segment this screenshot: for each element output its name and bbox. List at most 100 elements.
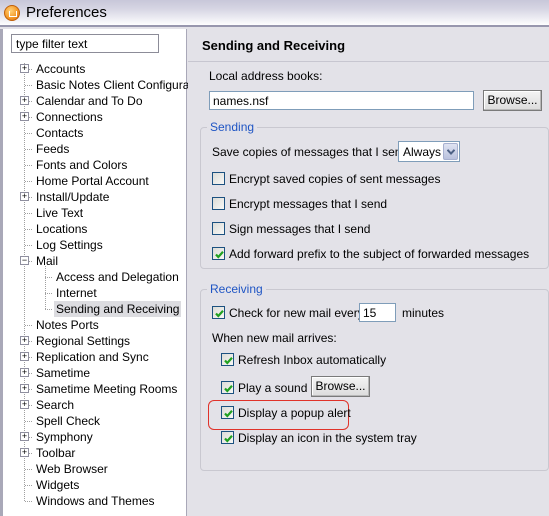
tree-item-label: Notes Ports <box>36 318 99 332</box>
checkbox[interactable] <box>212 247 225 260</box>
chevron-down-icon[interactable] <box>443 143 458 160</box>
tree-item-sending-and-receiving[interactable]: Sending and Receiving <box>3 301 187 317</box>
tree-item-label: Basic Notes Client Configuration <box>36 78 209 92</box>
checkbox[interactable] <box>212 197 225 210</box>
save-copies-label: Save copies of messages that I send: <box>212 145 412 159</box>
check-mail-label: Check for new mail every <box>229 306 364 320</box>
page-title: Sending and Receiving <box>188 29 549 62</box>
tree-item-fonts-and-colors[interactable]: Fonts and Colors <box>3 157 187 173</box>
tree-item-live-text[interactable]: Live Text <box>3 205 187 221</box>
window-title: Preferences <box>26 4 107 21</box>
checkbox[interactable] <box>221 381 234 394</box>
check-mail-minutes-input[interactable] <box>359 303 396 322</box>
tree-guide-line <box>25 485 32 486</box>
tree-item-regional-settings[interactable]: + Regional Settings <box>3 333 187 349</box>
display-a-popup-alert-label: Display a popup alert <box>238 406 351 420</box>
check-icon <box>224 410 233 418</box>
checkbox[interactable] <box>221 406 234 419</box>
play-a-sound-label: Play a sound <box>238 381 308 395</box>
tree-item-install-update[interactable]: + Install/Update <box>3 189 187 205</box>
tree-item-locations[interactable]: Locations <box>3 221 187 237</box>
sending-group-title: Sending <box>207 120 258 134</box>
checkbox[interactable] <box>212 306 225 319</box>
tree-guide-line <box>25 165 32 166</box>
tree-item-label: Access and Delegation <box>56 270 179 284</box>
tree-item-connections[interactable]: + Connections <box>3 109 187 125</box>
tree-guide-line <box>45 309 52 310</box>
tree-guide-line <box>25 421 32 422</box>
tree-item-widgets[interactable]: Widgets <box>3 477 187 493</box>
expand-icon[interactable]: + <box>20 112 29 121</box>
check-icon <box>215 251 224 259</box>
tree-item-symphony[interactable]: + Symphony <box>3 429 187 445</box>
tree-item-label: Web Browser <box>36 462 108 476</box>
checkbox[interactable] <box>212 172 225 185</box>
tree-guide-line <box>45 277 52 278</box>
lotus-notes-icon <box>4 4 20 21</box>
expand-icon[interactable]: + <box>20 336 29 345</box>
tree-item-label: Mail <box>36 254 59 268</box>
tree-item-label: Toolbar <box>36 446 76 460</box>
tree-item-windows-and-themes[interactable]: Windows and Themes <box>3 493 187 509</box>
expand-icon[interactable]: + <box>20 96 29 105</box>
expand-icon[interactable]: + <box>20 64 29 73</box>
sign-messages-that-i-send-label: Sign messages that I send <box>229 222 371 236</box>
address-books-label: Local address books: <box>209 69 323 83</box>
refresh-inbox-automatically-label: Refresh Inbox automatically <box>238 353 387 367</box>
filter-input[interactable] <box>11 34 159 53</box>
save-copies-value: Always <box>403 145 442 159</box>
tree-item-basic-notes-client-configuration[interactable]: Basic Notes Client Configuration <box>3 77 209 93</box>
add-forward-prefix-to-the-subject-of-forwarded-messages-label: Add forward prefix to the subject of for… <box>229 247 530 261</box>
tree-item-label: Live Text <box>36 206 84 220</box>
address-books-input[interactable] <box>209 91 474 110</box>
tree-item-label: Replication and Sync <box>36 350 149 364</box>
expand-icon[interactable]: + <box>20 384 29 393</box>
tree-guide-line <box>25 229 32 230</box>
tree-item-spell-check[interactable]: Spell Check <box>3 413 187 429</box>
tree-item-search[interactable]: + Search <box>3 397 187 413</box>
minutes-label: minutes <box>402 306 445 320</box>
tree-item-contacts[interactable]: Contacts <box>3 125 187 141</box>
checkbox[interactable] <box>221 431 234 444</box>
when-mail-arrives-label: When new mail arrives: <box>212 331 337 345</box>
checkbox[interactable] <box>221 353 234 366</box>
tree-item-label: Regional Settings <box>36 334 131 348</box>
checkbox[interactable] <box>212 222 225 235</box>
tree-guide-line <box>45 293 52 294</box>
expand-icon[interactable]: + <box>20 352 29 361</box>
save-copies-select[interactable]: Always <box>398 141 460 162</box>
tree-item-label: Symphony <box>36 430 93 444</box>
tree-guide-line <box>25 325 32 326</box>
tree-item-toolbar[interactable]: + Toolbar <box>3 445 187 461</box>
expand-icon[interactable]: + <box>20 432 29 441</box>
tree-item-sametime[interactable]: + Sametime <box>3 365 187 381</box>
expand-icon[interactable]: + <box>20 400 29 409</box>
tree-item-label: Install/Update <box>36 190 110 204</box>
tree-item-web-browser[interactable]: Web Browser <box>3 461 187 477</box>
expand-icon[interactable]: + <box>20 192 29 201</box>
tree-item-access-and-delegation[interactable]: Access and Delegation <box>3 269 187 285</box>
address-books-browse-button[interactable]: Browse... <box>483 90 542 111</box>
expand-icon[interactable]: + <box>20 368 29 377</box>
tree-item-replication-and-sync[interactable]: + Replication and Sync <box>3 349 187 365</box>
tree-item-mail[interactable]: − Mail <box>3 253 187 269</box>
tree-item-calendar-and-to-do[interactable]: + Calendar and To Do <box>3 93 187 109</box>
tree-item-home-portal-account[interactable]: Home Portal Account <box>3 173 187 189</box>
collapse-icon[interactable]: − <box>20 256 29 265</box>
tree-guide-line <box>25 149 32 150</box>
encrypt-messages-that-i-send-label: Encrypt messages that I send <box>229 197 388 211</box>
tree-item-label: Feeds <box>36 142 70 156</box>
tree-item-label: Windows and Themes <box>36 494 155 508</box>
tree-item-label: Spell Check <box>36 414 101 428</box>
sound-browse-button[interactable]: Browse... <box>311 376 370 397</box>
tree-item-notes-ports[interactable]: Notes Ports <box>3 317 187 333</box>
expand-icon[interactable]: + <box>20 448 29 457</box>
tree-item-label: Log Settings <box>36 238 103 252</box>
tree-item-sametime-meeting-rooms[interactable]: + Sametime Meeting Rooms <box>3 381 187 397</box>
tree-item-feeds[interactable]: Feeds <box>3 141 187 157</box>
tree-item-log-settings[interactable]: Log Settings <box>3 237 187 253</box>
tree-item-label: Search <box>36 398 75 412</box>
tree-item-accounts[interactable]: + Accounts <box>3 61 187 77</box>
tree-item-internet[interactable]: Internet <box>3 285 187 301</box>
tree-item-label: Contacts <box>36 126 84 140</box>
